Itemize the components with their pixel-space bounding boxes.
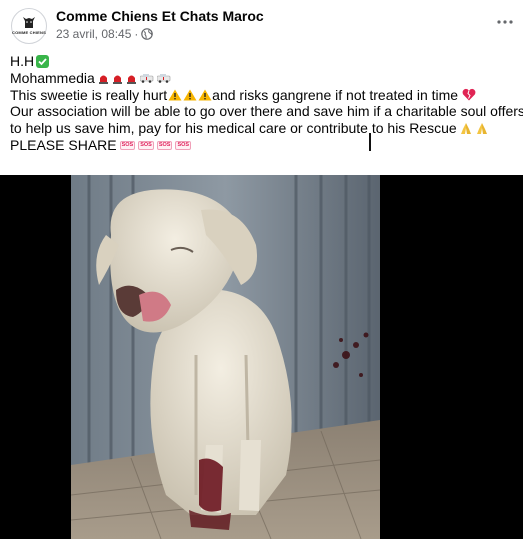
post-line-5-text: to help us save him, pay for his medical… (10, 120, 457, 137)
warning-icon (198, 89, 212, 101)
sos-icon: SOS (156, 140, 173, 150)
globe-icon[interactable] (141, 28, 154, 40)
post-line-2: Mohammedia (10, 70, 515, 87)
injured-dog-photo[interactable] (71, 175, 380, 539)
post-meta: 23 avril, 08:45 · (56, 27, 154, 41)
post-line-1-text: H.H (10, 53, 35, 69)
ambulance-icon (139, 74, 154, 83)
text-cursor (369, 133, 371, 151)
sos-icon: SOS (138, 140, 154, 150)
post-line-4-text: Our association will be able to go over … (10, 103, 523, 120)
post-timestamp[interactable]: 23 avril, 08:45 (56, 27, 131, 41)
post-line-1: H.H (10, 53, 515, 70)
warning-icon (183, 89, 197, 101)
page-avatar[interactable]: COMME CHIENS (11, 8, 47, 44)
more-horizontal-icon (497, 20, 513, 24)
post-line-2-text: Mohammedia (10, 69, 95, 86)
broken-heart-icon (462, 89, 476, 101)
avatar-logo-text: COMME CHIENS (12, 30, 46, 35)
police-light-icon (98, 75, 108, 84)
post-header: COMME CHIENS Comme Chiens Et Chats Maroc… (0, 0, 523, 46)
warning-icon (168, 89, 182, 101)
police-light-icon (112, 75, 122, 84)
more-options-button[interactable] (495, 12, 515, 32)
police-light-icon (126, 75, 136, 84)
post-line-6-text: PLEASE SHARE (10, 136, 117, 153)
praying-hands-icon (460, 123, 471, 135)
ambulance-icon (156, 74, 171, 83)
page-name-link[interactable]: Comme Chiens Et Chats Maroc (56, 8, 264, 24)
meta-separator: · (134, 27, 139, 41)
praying-hands-icon (476, 123, 487, 135)
post-message: H.H Mohammedia This sweetie is really hu… (10, 53, 523, 154)
post-line-6: PLEASE SHARE SOS SOS SOS SOS (10, 137, 515, 154)
post-line-3b-text: and risks gangrene if not treated in tim… (212, 86, 459, 103)
sos-icon: SOS (119, 140, 136, 150)
sos-icon: SOS (175, 140, 192, 150)
post-line-3a-text: This sweetie is really hurt (10, 86, 168, 103)
post-line-4: Our association will be able to go over … (10, 103, 523, 120)
dog-cat-logo-icon (23, 17, 35, 28)
post-media[interactable] (0, 175, 523, 539)
post-line-5: to help us save him, pay for his medical… (10, 120, 515, 137)
post-line-3: This sweetie is really hurt and risks ga… (10, 87, 515, 104)
check-mark-icon (36, 54, 50, 68)
